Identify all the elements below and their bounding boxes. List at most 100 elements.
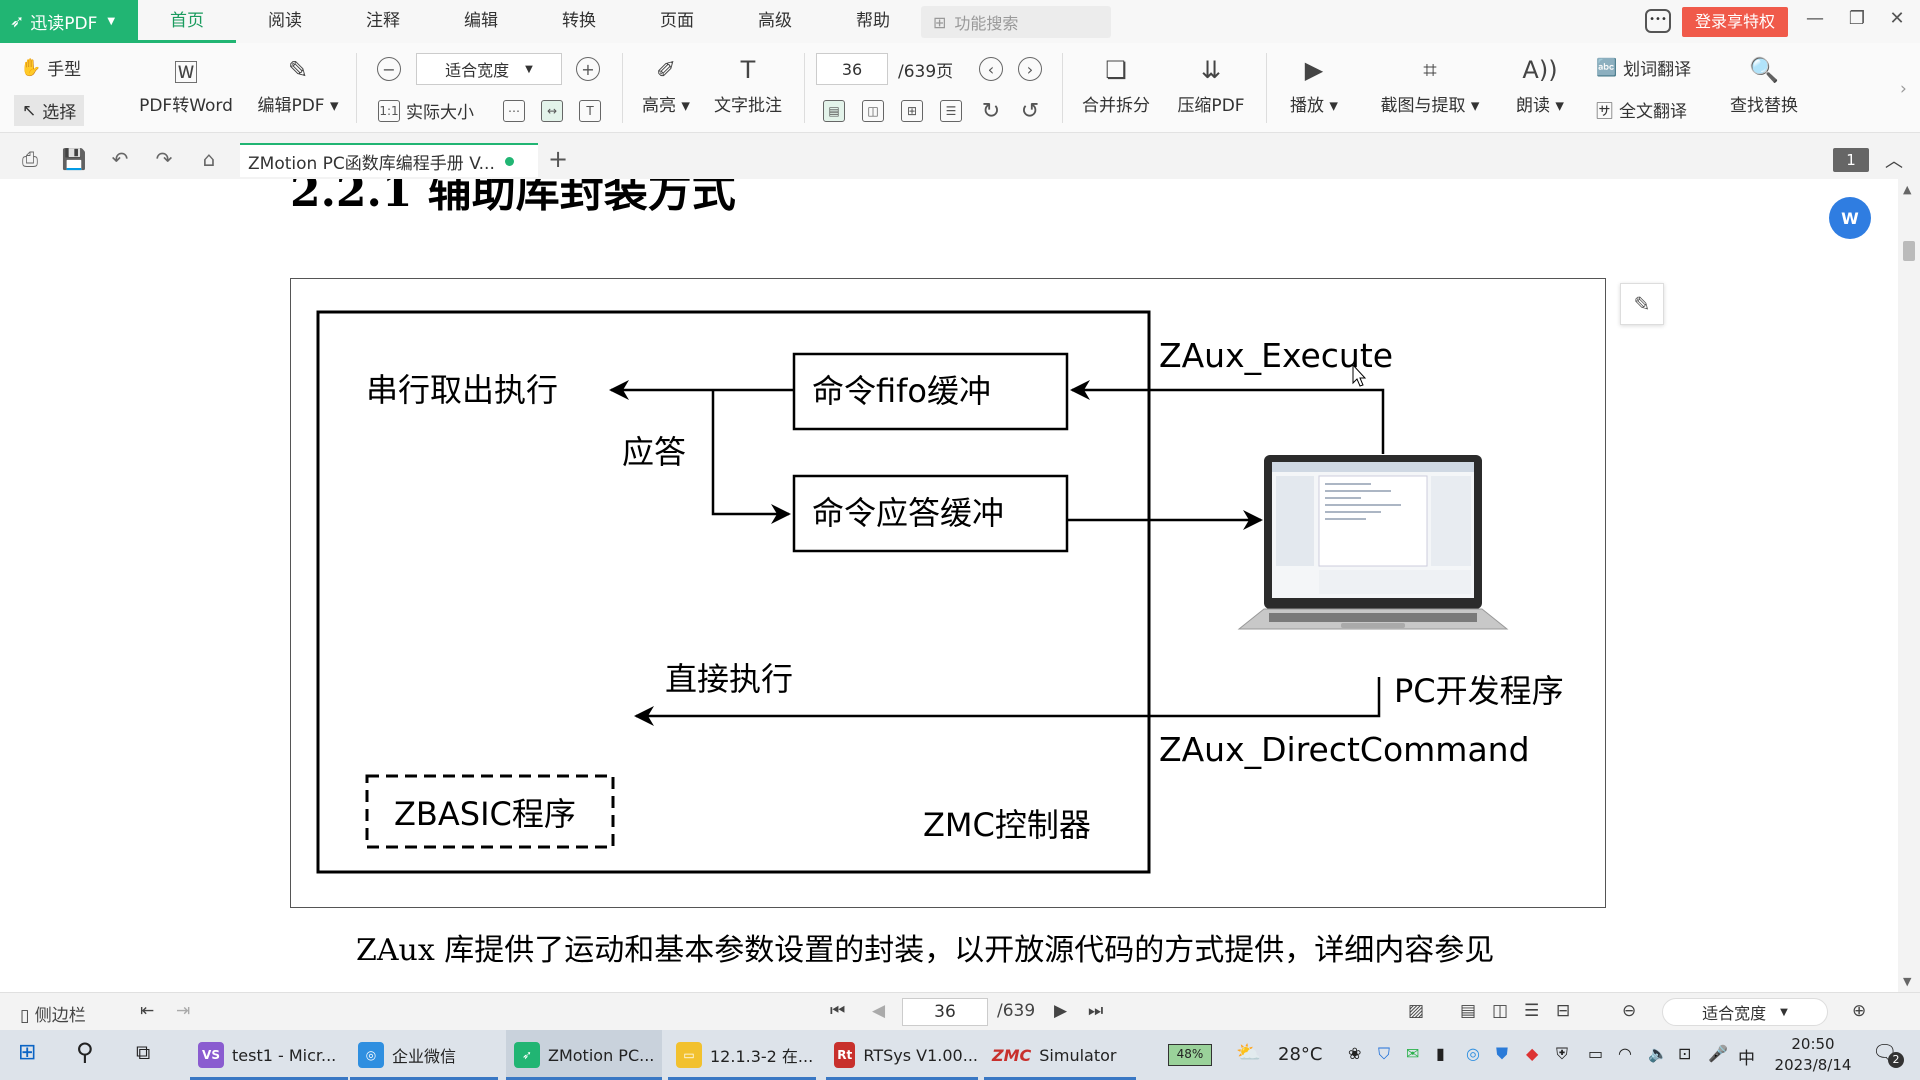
weather-icon[interactable]: ⛅ — [1236, 1040, 1261, 1064]
task-view-icon[interactable]: ⧉ — [136, 1040, 150, 1064]
single-page-icon[interactable]: ▤ — [823, 100, 845, 122]
page-badge[interactable]: 1 — [1833, 148, 1869, 172]
find-replace-button[interactable]: 🔍 查找替换 — [1722, 53, 1806, 116]
login-button[interactable]: 登录享特权 — [1682, 7, 1788, 37]
app-logo-button[interactable]: ➶ 迅读PDF ▼ — [0, 0, 138, 43]
status-zoom-select[interactable]: 适合宽度 ▼ — [1662, 998, 1828, 1026]
first-page-icon[interactable]: ⏮ — [830, 1001, 845, 1021]
microphone-icon[interactable]: 🎤 — [1708, 1044, 1728, 1063]
tray-security-icon[interactable]: ⛊ — [1496, 1044, 1508, 1064]
tray-battery-icon[interactable]: ▭ — [1588, 1044, 1603, 1063]
read-aloud-button[interactable]: A)) 朗读 ▾ — [1510, 53, 1570, 116]
status-zoom-out-icon[interactable]: ⊖ — [1622, 1001, 1636, 1021]
home-icon[interactable]: ⌂ — [195, 147, 223, 171]
print-icon[interactable]: ⎙ — [16, 147, 44, 171]
zoom-in-icon[interactable]: + — [576, 57, 600, 81]
ime-indicator[interactable]: 中 — [1738, 1044, 1755, 1069]
menu-tab-help[interactable]: 帮助 — [824, 0, 922, 43]
next-page-icon[interactable]: › — [1018, 57, 1042, 81]
scrollbar-thumb[interactable] — [1903, 241, 1915, 261]
taskbar-app-pdf-reader[interactable]: ➶ ZMotion PC... — [506, 1030, 662, 1080]
eye-protect-icon[interactable]: ▨ — [1408, 1001, 1424, 1021]
minimize-icon[interactable]: — — [1800, 8, 1830, 34]
menu-tab-home[interactable]: 首页 — [138, 0, 236, 43]
scroll-down-icon[interactable]: ▼ — [1903, 975, 1911, 988]
fit-text-icon[interactable]: T — [579, 100, 601, 122]
forward-icon[interactable]: ⇥ — [176, 1001, 190, 1021]
zoom-out-icon[interactable]: − — [377, 57, 401, 81]
sidebar-toggle-button[interactable]: ▯ 侧边栏 — [20, 1001, 86, 1026]
tray-display-icon[interactable]: ⊡ — [1678, 1044, 1691, 1063]
rotate-right-icon[interactable]: ↻ — [979, 99, 1003, 124]
windows-start-icon[interactable]: ⊞ — [18, 1040, 36, 1065]
menu-tab-annotate[interactable]: 注释 — [334, 0, 432, 43]
text-note-button[interactable]: T 文字批注 — [706, 53, 790, 116]
function-search-input[interactable]: ⊞ 功能搜索 — [921, 6, 1111, 38]
document-viewport[interactable]: 2.2.1 辅助库封装方式 串行取出执行 命令fifo缓冲 应答 命令应答缓冲 … — [0, 179, 1898, 992]
merge-split-button[interactable]: ❏ 合并拆分 — [1076, 53, 1156, 116]
tray-bookmark-icon[interactable]: ▮ — [1436, 1044, 1445, 1063]
play-button[interactable]: ▶ 播放 ▾ — [1284, 53, 1344, 116]
taskbar-app-explorer[interactable]: ▭ 12.1.3-2 在... — [668, 1030, 816, 1080]
double-view-icon[interactable]: ◫ — [1492, 1001, 1508, 1021]
pdf-to-word-button[interactable]: 🅆 PDF转Word — [134, 53, 238, 117]
word-translate-button[interactable]: 🔤 划词翻译 — [1596, 55, 1691, 81]
chevron-up-icon[interactable]: ︿ — [1885, 147, 1903, 173]
status-page-input[interactable]: 36 — [902, 998, 988, 1026]
tray-wecom-icon[interactable]: ◎ — [1466, 1044, 1480, 1063]
floating-translate-icon[interactable]: W — [1829, 197, 1871, 239]
scroll-up-icon[interactable]: ▲ — [1903, 183, 1911, 196]
temperature-label[interactable]: 28°C — [1278, 1044, 1322, 1065]
tray-shield-icon[interactable]: ⛉ — [1378, 1044, 1390, 1064]
undo-icon[interactable]: ↶ — [106, 147, 134, 171]
back-icon[interactable]: ⇤ — [140, 1001, 154, 1021]
menu-tab-read[interactable]: 阅读 — [236, 0, 334, 43]
prev-page-icon[interactable]: ‹ — [979, 57, 1003, 81]
new-tab-icon[interactable]: + — [548, 145, 568, 173]
volume-icon[interactable]: 🔈 — [1648, 1044, 1668, 1063]
highlight-button[interactable]: ✐ 高亮 ▾ — [636, 53, 696, 116]
page-number-input[interactable]: 36 — [816, 53, 888, 85]
menu-tab-page[interactable]: 页面 — [628, 0, 726, 43]
book-view-icon[interactable]: ⊟ — [1556, 1001, 1570, 1021]
search-icon[interactable]: ⚲ — [76, 1038, 94, 1066]
vertical-scrollbar[interactable]: ▲ ▼ — [1898, 179, 1920, 992]
single-view-icon[interactable]: ▤ — [1460, 1001, 1476, 1021]
hand-tool-button[interactable]: ✋ 手型 — [20, 55, 81, 81]
chat-icon[interactable]: ••• — [1645, 9, 1671, 33]
zoom-mode-select[interactable]: 适合宽度 ▼ — [416, 53, 562, 85]
full-translate-button[interactable]: 🈂 全文翻译 — [1596, 97, 1687, 122]
document-tab[interactable]: ZMotion PC函数库编程手册 V... — [240, 143, 538, 177]
annotate-pen-icon[interactable]: ✎ — [1620, 283, 1664, 325]
select-tool-button[interactable]: ↖ 选择 — [14, 95, 85, 126]
tray-app-icon[interactable]: ❀ — [1348, 1044, 1361, 1063]
continuous-view-icon[interactable]: ☰ — [1524, 1001, 1539, 1021]
status-zoom-in-icon[interactable]: ⊕ — [1852, 1001, 1866, 1021]
next-page-arrow-icon[interactable]: ▶ — [1054, 1001, 1067, 1021]
battery-indicator[interactable]: 48% — [1168, 1044, 1212, 1066]
continuous-scroll-icon[interactable]: ☰ — [940, 100, 962, 122]
wifi-icon[interactable]: ◠ — [1618, 1044, 1632, 1063]
last-page-icon[interactable]: ⏭ — [1088, 1001, 1103, 1021]
save-icon[interactable]: 💾 — [60, 147, 88, 171]
fit-width-icon[interactable]: ↔ — [541, 100, 563, 122]
tray-defender-icon[interactable]: ⛨ — [1556, 1044, 1568, 1064]
close-icon[interactable]: ✕ — [1882, 8, 1912, 34]
taskbar-app-rtsys[interactable]: Rt RTSys V1.00... — [826, 1030, 978, 1080]
compress-pdf-button[interactable]: ⇊ 压缩PDF — [1170, 53, 1252, 116]
menu-tab-edit[interactable]: 编辑 — [432, 0, 530, 43]
rotate-left-icon[interactable]: ↺ — [1018, 99, 1042, 124]
menu-tab-advanced[interactable]: 高级 — [726, 0, 824, 43]
actual-size-button[interactable]: 1:1 实际大小 — [378, 98, 474, 123]
menu-tab-convert[interactable]: 转换 — [530, 0, 628, 43]
redo-icon[interactable]: ↷ — [150, 147, 178, 171]
system-clock[interactable]: 20:50 2023/8/14 — [1768, 1034, 1858, 1076]
taskbar-app-simulator[interactable]: ZMC Simulator — [984, 1030, 1136, 1080]
restore-icon[interactable]: ❐ — [1842, 8, 1872, 34]
tray-wechat-icon[interactable]: ✉ — [1406, 1044, 1419, 1063]
tray-red-app-icon[interactable]: ◆ — [1526, 1044, 1538, 1063]
prev-page-arrow-icon[interactable]: ◀ — [872, 1001, 885, 1021]
ribbon-scroll-right-icon[interactable]: › — [1900, 79, 1907, 99]
screenshot-extract-button[interactable]: ⌗ 截图与提取 ▾ — [1374, 53, 1486, 116]
taskbar-app-visual-studio[interactable]: VS test1 - Micr... — [190, 1030, 348, 1080]
